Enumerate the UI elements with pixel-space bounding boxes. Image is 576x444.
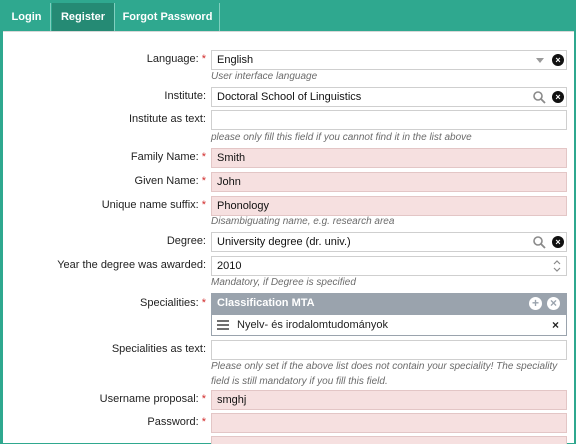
spinner-icon[interactable] xyxy=(552,258,562,274)
remove-icon[interactable]: × xyxy=(547,297,560,310)
tab-forgot-password[interactable]: Forgot Password xyxy=(116,3,220,31)
tab-bar: Login Register Forgot Password xyxy=(0,0,576,33)
specialities-header: Classification MTA + × xyxy=(211,293,567,314)
password-input[interactable] xyxy=(211,413,567,433)
chevron-down-icon[interactable] xyxy=(536,58,544,63)
institute-text-input[interactable] xyxy=(211,110,567,130)
register-form: Language: * English × User interface lang… xyxy=(3,31,574,444)
tab-register[interactable]: Register xyxy=(52,3,115,31)
tab-login[interactable]: Login xyxy=(3,3,51,31)
close-icon[interactable]: × xyxy=(552,315,559,335)
institute-label: Institute: xyxy=(164,90,206,102)
search-icon[interactable] xyxy=(532,90,546,104)
specialities-text-input[interactable] xyxy=(211,340,567,360)
unique-suffix-hint: Disambiguating name, e.g. research area xyxy=(211,216,395,227)
username-label: Username proposal: * xyxy=(99,393,206,405)
password-label: Password: * xyxy=(147,416,206,428)
family-name-label: Family Name: * xyxy=(130,151,206,163)
given-name-input[interactable]: John xyxy=(211,172,567,192)
degree-year-input[interactable]: 2010 xyxy=(211,256,567,276)
degree-label: Degree: xyxy=(166,235,206,247)
unique-suffix-input[interactable]: Phonology xyxy=(211,196,567,216)
degree-year-label: Year the degree was awarded: xyxy=(57,259,206,271)
add-icon[interactable]: + xyxy=(529,297,542,310)
family-name-input[interactable]: Smith xyxy=(211,148,567,168)
unique-suffix-label: Unique name suffix: * xyxy=(101,199,206,211)
institute-text-label: Institute as text: xyxy=(128,113,206,125)
clear-icon[interactable]: × xyxy=(552,236,564,248)
degree-year-hint: Mandatory, if Degree is specified xyxy=(211,277,356,288)
language-label: Language: * xyxy=(146,53,206,65)
clear-icon[interactable]: × xyxy=(552,91,564,103)
username-input[interactable]: smghj xyxy=(211,390,567,410)
given-name-label: Given Name: * xyxy=(134,175,206,187)
specialities-text-hint: Please only set if the above list does n… xyxy=(211,361,558,387)
speciality-item[interactable]: Nyelv- és irodalomtudományok × xyxy=(211,314,567,336)
password-confirm-input[interactable] xyxy=(211,436,567,444)
specialities-text-label: Specialities as text: xyxy=(111,343,206,355)
language-select[interactable]: English × xyxy=(211,50,567,70)
language-hint: User interface language xyxy=(211,71,318,82)
degree-select[interactable]: University degree (dr. univ.) × xyxy=(211,232,567,252)
clear-icon[interactable]: × xyxy=(552,54,564,66)
specialities-label: Specialities: * xyxy=(140,297,206,309)
institute-select[interactable]: Doctoral School of Linguistics × xyxy=(211,87,567,107)
institute-text-hint: please only fill this field if you canno… xyxy=(211,132,472,143)
drag-handle-icon[interactable] xyxy=(216,318,230,332)
search-icon[interactable] xyxy=(532,235,546,249)
speciality-item-label: Nyelv- és irodalomtudományok xyxy=(237,319,389,331)
